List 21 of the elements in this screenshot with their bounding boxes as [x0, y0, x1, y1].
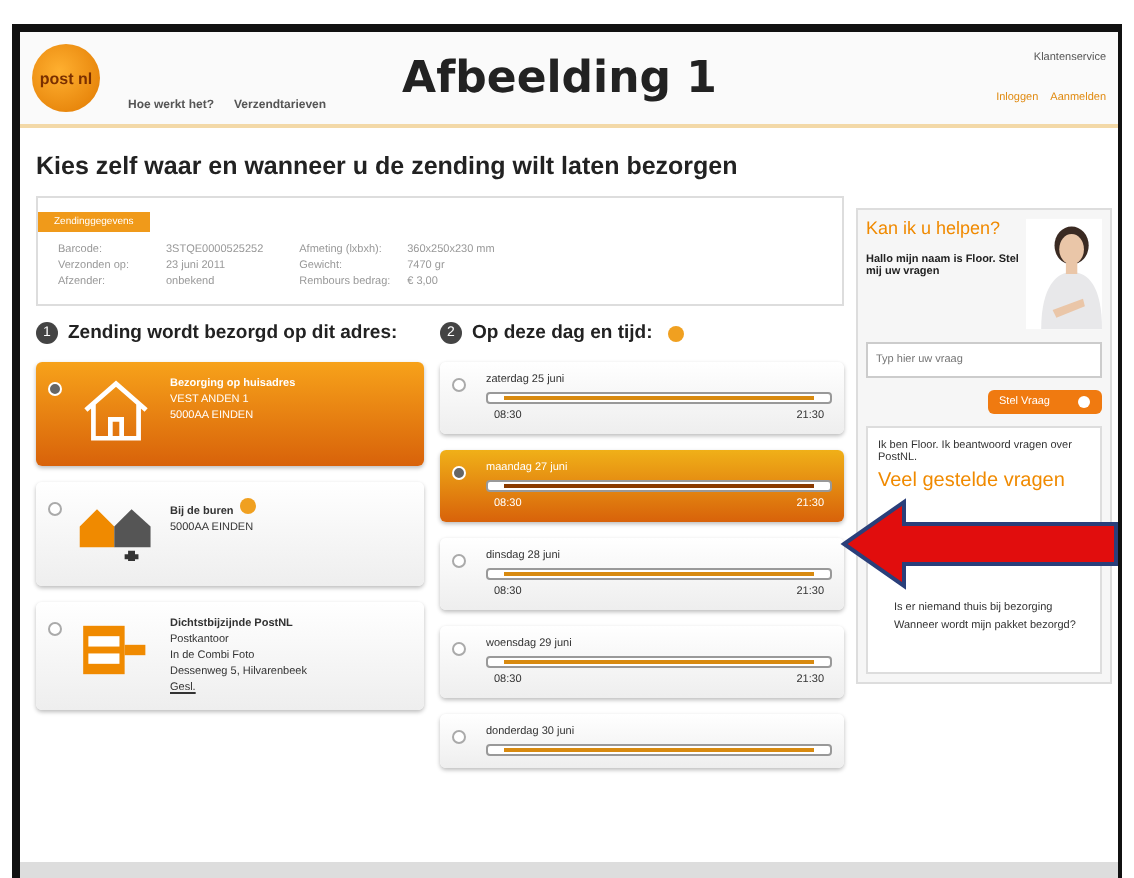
radio-button[interactable]	[48, 622, 62, 636]
time-range-slider[interactable]	[486, 744, 832, 756]
info-icon[interactable]	[239, 498, 256, 514]
faq-title: Veel gestelde vragen	[878, 470, 1067, 492]
postnl-logo[interactable]: post nl	[32, 44, 100, 112]
radio-button[interactable]	[452, 378, 466, 392]
radio-button[interactable]	[452, 554, 466, 568]
page-heading: Kies zelf waar en wanneer u de zending wilt laten bezorgen	[36, 152, 740, 180]
time-range-slider[interactable]	[486, 568, 832, 580]
section-title: Zending wordt bezorgd op dit adres:	[68, 322, 398, 344]
image-caption: Afbeelding 1	[402, 53, 719, 103]
radio-button[interactable]	[48, 502, 62, 516]
help-title: Kan ik u helpen?	[866, 218, 1003, 238]
section-title: Op deze dag en tijd:	[472, 322, 653, 344]
radio-button[interactable]	[452, 730, 466, 744]
time-range-slider[interactable]	[486, 480, 832, 492]
radio-button[interactable]	[452, 642, 466, 656]
logo-text: post nl	[39, 69, 93, 87]
info-icon[interactable]	[668, 325, 685, 341]
time-range-slider[interactable]	[486, 656, 832, 668]
time-range-slider[interactable]	[486, 392, 832, 404]
